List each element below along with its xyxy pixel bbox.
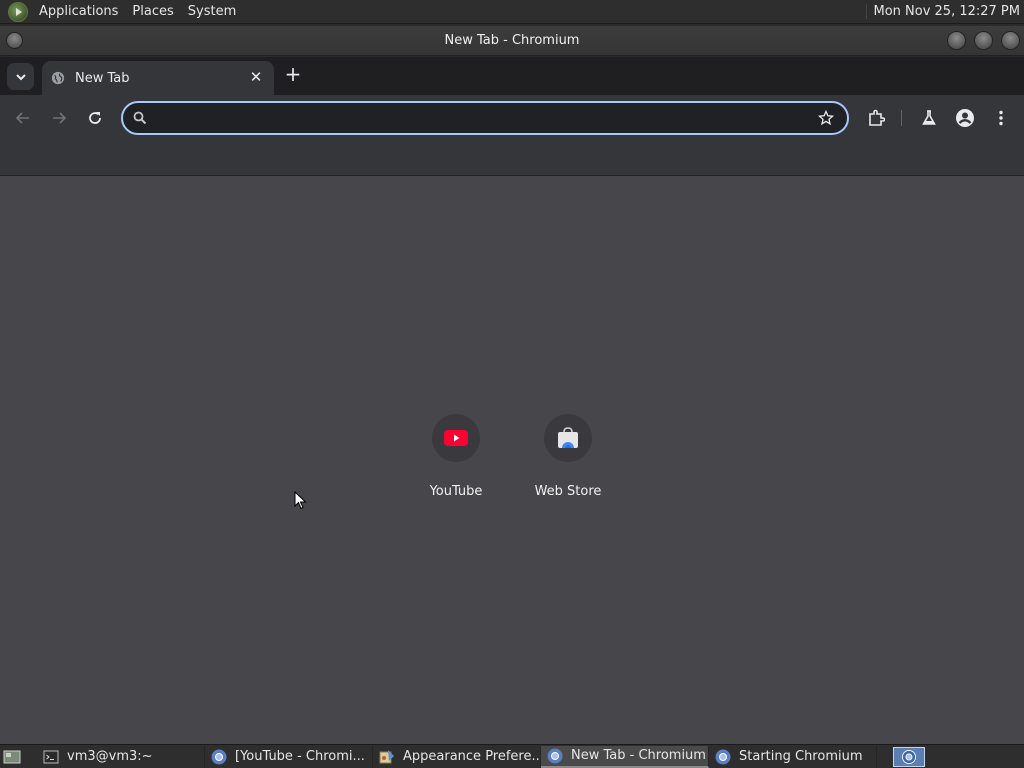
shortcut-youtube[interactable]: YouTube bbox=[400, 406, 512, 502]
shortcut-tile bbox=[544, 414, 592, 462]
bookmarks-bar bbox=[0, 141, 1024, 176]
chromium-icon bbox=[715, 749, 731, 764]
terminal-icon bbox=[43, 750, 59, 763]
task-new-tab-chromium[interactable]: New Tab - Chromium bbox=[541, 745, 709, 768]
shortcut-tile bbox=[432, 414, 480, 462]
labs-icon[interactable] bbox=[917, 106, 941, 130]
system-menu[interactable]: System bbox=[181, 0, 243, 24]
mouse-cursor-icon bbox=[294, 491, 307, 510]
chromium-icon bbox=[902, 750, 916, 764]
close-tab-icon[interactable]: ✕ bbox=[248, 69, 264, 85]
browser-toolbar bbox=[0, 95, 1024, 141]
task-terminal[interactable]: vm3@vm3:~ bbox=[37, 745, 205, 768]
places-menu[interactable]: Places bbox=[125, 0, 180, 24]
task-appearance-preferences[interactable]: Appearance Prefere... bbox=[373, 745, 541, 768]
desktop-icon bbox=[3, 750, 21, 763]
new-tab-page: YouTube Web Store bbox=[0, 176, 1024, 744]
menu-icon[interactable] bbox=[989, 106, 1013, 130]
shortcut-label: Web Store bbox=[534, 484, 602, 499]
omnibox-input[interactable] bbox=[157, 106, 811, 130]
tab-title: New Tab bbox=[75, 70, 130, 86]
taskbar: vm3@vm3:~ [YouTube - Chromi... Appearanc… bbox=[0, 744, 1024, 768]
extensions-icon[interactable] bbox=[864, 106, 888, 130]
show-desktop-button[interactable] bbox=[1, 746, 23, 768]
tab-new-tab[interactable]: New Tab ✕ bbox=[42, 61, 274, 95]
chromium-icon bbox=[211, 749, 227, 764]
maximize-button[interactable] bbox=[974, 31, 993, 50]
task-label: [YouTube - Chromi... bbox=[235, 749, 365, 764]
task-starting-chromium[interactable]: Starting Chromium bbox=[709, 745, 877, 768]
task-label: vm3@vm3:~ bbox=[67, 749, 153, 764]
top-panel: Applications Places System Mon Nov 25, 1… bbox=[0, 0, 1024, 24]
task-youtube-chromium[interactable]: [YouTube - Chromi... bbox=[205, 745, 373, 768]
distro-logo-icon[interactable] bbox=[8, 1, 28, 22]
minimize-button[interactable] bbox=[947, 31, 966, 50]
new-tab-button[interactable]: + bbox=[282, 64, 304, 86]
shortcut-web-store[interactable]: Web Store bbox=[512, 406, 624, 502]
chevron-down-icon bbox=[15, 73, 26, 80]
window-titlebar[interactable]: New Tab - Chromium bbox=[0, 26, 1024, 56]
address-bar[interactable] bbox=[121, 101, 849, 135]
appearance-icon bbox=[379, 749, 394, 763]
back-icon[interactable] bbox=[11, 106, 35, 130]
bookmark-star-icon[interactable] bbox=[811, 103, 841, 133]
reload-icon[interactable] bbox=[83, 106, 107, 130]
task-label: Appearance Prefere... bbox=[403, 749, 541, 764]
web-store-icon bbox=[558, 427, 578, 448]
search-icon bbox=[131, 109, 149, 127]
chromium-icon bbox=[547, 748, 563, 763]
task-label: Starting Chromium bbox=[739, 749, 863, 764]
applications-menu[interactable]: Applications bbox=[32, 0, 125, 24]
youtube-icon bbox=[444, 430, 468, 446]
task-label: New Tab - Chromium bbox=[571, 748, 706, 763]
workspace-switcher[interactable] bbox=[893, 747, 925, 767]
close-window-button[interactable] bbox=[1001, 31, 1020, 50]
tab-search-button[interactable] bbox=[7, 63, 34, 90]
clock[interactable]: Mon Nov 25, 12:27 PM bbox=[866, 4, 1024, 19]
profile-icon[interactable] bbox=[953, 106, 977, 130]
globe-icon bbox=[51, 71, 65, 85]
toolbar-divider bbox=[901, 110, 902, 126]
forward-icon[interactable] bbox=[47, 106, 71, 130]
window-title: New Tab - Chromium bbox=[444, 33, 580, 48]
window-menu-button[interactable] bbox=[6, 32, 23, 49]
shortcut-label: YouTube bbox=[429, 484, 483, 499]
tab-strip: New Tab ✕ + bbox=[0, 57, 1024, 95]
